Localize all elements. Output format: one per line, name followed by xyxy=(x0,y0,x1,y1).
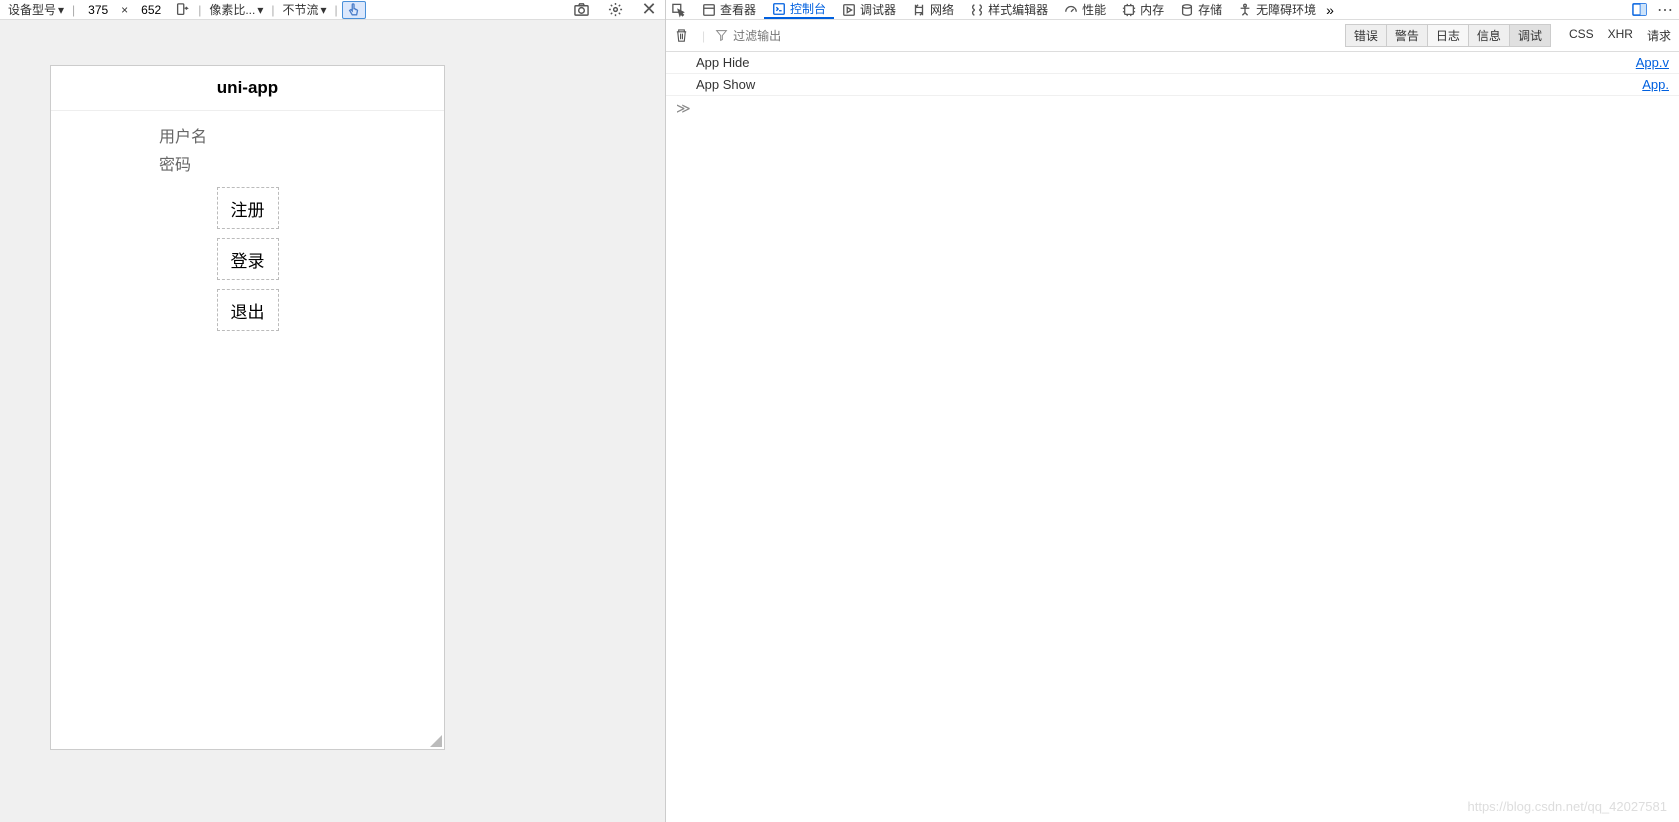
tab-style-editor[interactable]: 样式编辑器 xyxy=(962,0,1056,19)
pixel-ratio-select[interactable]: 像素比... ▾ xyxy=(205,1,267,18)
rdm-toolbar: 设备型号 ▾ | × | 像素比... ▾ | 不节流 ▾ | xyxy=(0,0,665,20)
height-input[interactable] xyxy=(132,3,170,17)
username-label: 用户名 xyxy=(159,123,426,147)
level-info-chip[interactable]: 信息 xyxy=(1469,24,1510,47)
rotate-icon[interactable] xyxy=(174,2,190,18)
log-source-link[interactable]: App. xyxy=(1642,77,1669,92)
clear-console-icon[interactable] xyxy=(674,28,690,44)
perf-icon xyxy=(1064,3,1078,17)
devtools-panel: 查看器 控制台 调试器 网络 样式编辑器 性能 内存 存储 xyxy=(665,0,1679,822)
width-input[interactable] xyxy=(79,3,117,17)
tab-performance[interactable]: 性能 xyxy=(1056,0,1114,19)
screenshot-icon[interactable] xyxy=(573,2,589,18)
throttle-select[interactable]: 不节流 ▾ xyxy=(278,1,330,18)
tab-inspector[interactable]: 查看器 xyxy=(694,0,764,19)
device-frame: uni-app 用户名 密码 注册 登录 退出 xyxy=(50,65,445,750)
tab-accessibility[interactable]: 无障碍环境 xyxy=(1230,0,1324,19)
tab-debugger[interactable]: 调试器 xyxy=(834,0,904,19)
level-warn-chip[interactable]: 警告 xyxy=(1387,24,1428,47)
app-title: uni-app xyxy=(217,78,278,98)
level-log-chip[interactable]: 日志 xyxy=(1428,24,1469,47)
a11y-icon xyxy=(1238,3,1252,17)
register-button[interactable]: 注册 xyxy=(217,187,279,229)
tab-debugger-label: 调试器 xyxy=(860,1,896,18)
responsive-design-panel: 设备型号 ▾ | × | 像素比... ▾ | 不节流 ▾ | xyxy=(0,0,665,822)
log-message: App Hide xyxy=(696,55,1636,70)
log-row: App Hide App.v xyxy=(666,52,1679,74)
dock-side-icon[interactable] xyxy=(1631,2,1647,18)
button-group: 注册 登录 退出 xyxy=(69,187,426,331)
tab-perf-label: 性能 xyxy=(1082,1,1106,18)
filter-input[interactable] xyxy=(733,29,1345,43)
tab-a11y-label: 无障碍环境 xyxy=(1256,1,1316,18)
tabs-overflow-icon[interactable]: » xyxy=(1326,2,1334,18)
console-icon xyxy=(772,2,786,16)
device-model-select[interactable]: 设备型号 ▾ xyxy=(4,1,68,18)
console-output: App Hide App.v App Show App. ≫ xyxy=(666,52,1679,822)
tab-inspector-label: 查看器 xyxy=(720,1,756,18)
level-debug-chip[interactable]: 调试 xyxy=(1510,24,1551,47)
device-model-label: 设备型号 xyxy=(8,1,56,18)
rdm-toolbar-right: ✕ xyxy=(569,2,661,18)
log-message: App Show xyxy=(696,77,1642,92)
logout-button[interactable]: 退出 xyxy=(217,289,279,331)
tab-network-label: 网络 xyxy=(930,1,954,18)
device-preview-area: uni-app 用户名 密码 注册 登录 退出 xyxy=(0,20,665,822)
tab-memory-label: 内存 xyxy=(1140,1,1164,18)
devtools-tabs-right: ⋯ xyxy=(1627,0,1673,20)
devtools-menu-icon[interactable]: ⋯ xyxy=(1657,0,1673,20)
app-body: 用户名 密码 注册 登录 退出 xyxy=(51,111,444,343)
throttle-label: 不节流 xyxy=(282,1,318,18)
login-button[interactable]: 登录 xyxy=(217,238,279,280)
filter-css[interactable]: CSS xyxy=(1569,27,1594,44)
log-row: App Show App. xyxy=(666,74,1679,96)
style-icon xyxy=(970,3,984,17)
console-prompt[interactable]: ≫ xyxy=(666,96,1679,121)
funnel-icon xyxy=(715,29,729,43)
filter-extra: CSS XHR 请求 xyxy=(1569,27,1671,44)
tab-style-label: 样式编辑器 xyxy=(988,1,1048,18)
settings-icon[interactable] xyxy=(607,2,623,18)
log-source-link[interactable]: App.v xyxy=(1636,55,1669,70)
dim-sep: × xyxy=(117,3,132,17)
debugger-icon xyxy=(842,3,856,17)
app-header: uni-app xyxy=(51,66,444,111)
touch-toggle-button[interactable] xyxy=(342,1,366,19)
pick-element-icon[interactable] xyxy=(672,3,686,17)
tab-console-label: 控制台 xyxy=(790,0,826,17)
inspector-icon xyxy=(702,3,716,17)
tab-network[interactable]: 网络 xyxy=(904,0,962,19)
tab-storage-label: 存储 xyxy=(1198,1,1222,18)
devtools-tab-strip: 查看器 控制台 调试器 网络 样式编辑器 性能 内存 存储 xyxy=(666,0,1679,20)
console-filter-bar: | 错误 警告 日志 信息 调试 CSS XHR 请求 xyxy=(666,20,1679,52)
password-label: 密码 xyxy=(159,151,426,175)
filter-req[interactable]: 请求 xyxy=(1647,27,1671,44)
network-icon xyxy=(912,3,926,17)
log-level-chips: 错误 警告 日志 信息 调试 xyxy=(1345,24,1551,47)
tab-console[interactable]: 控制台 xyxy=(764,0,834,19)
memory-icon xyxy=(1122,3,1136,17)
tab-memory[interactable]: 内存 xyxy=(1114,0,1172,19)
pixel-ratio-label: 像素比... xyxy=(209,1,255,18)
tab-storage[interactable]: 存储 xyxy=(1172,0,1230,19)
storage-icon xyxy=(1180,3,1194,17)
resize-handle[interactable] xyxy=(428,733,442,747)
close-icon[interactable]: ✕ xyxy=(641,2,657,18)
filter-xhr[interactable]: XHR xyxy=(1608,27,1633,44)
level-error-chip[interactable]: 错误 xyxy=(1345,24,1387,47)
watermark: https://blog.csdn.net/qq_42027581 xyxy=(1468,799,1668,814)
